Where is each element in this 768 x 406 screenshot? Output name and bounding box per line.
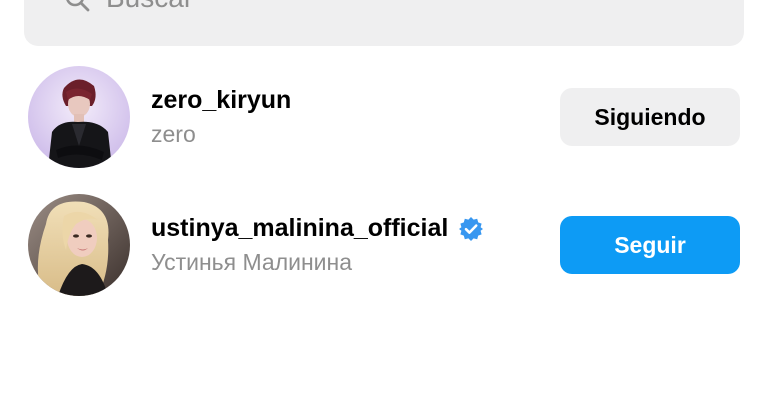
search-bar[interactable] xyxy=(24,0,744,46)
list-item[interactable]: zero_kiryun zero Siguiendo xyxy=(0,62,768,172)
search-icon xyxy=(64,0,90,12)
search-input[interactable] xyxy=(106,0,706,14)
username[interactable]: zero_kiryun xyxy=(151,86,291,115)
username[interactable]: ustinya_malinina_official xyxy=(151,214,448,243)
verified-badge-icon xyxy=(458,216,484,242)
full-name: Устинья Малинина xyxy=(151,249,353,275)
avatar[interactable] xyxy=(28,66,130,168)
full-name: zero xyxy=(151,121,196,147)
follow-button[interactable]: Seguir xyxy=(560,216,740,274)
search-results-page: zero_kiryun zero Siguiendo xyxy=(0,0,768,406)
following-button[interactable]: Siguiendo xyxy=(560,88,740,146)
avatar[interactable] xyxy=(28,194,130,296)
list-item[interactable]: ustinya_malinina_official Устинья Малини… xyxy=(0,190,768,300)
